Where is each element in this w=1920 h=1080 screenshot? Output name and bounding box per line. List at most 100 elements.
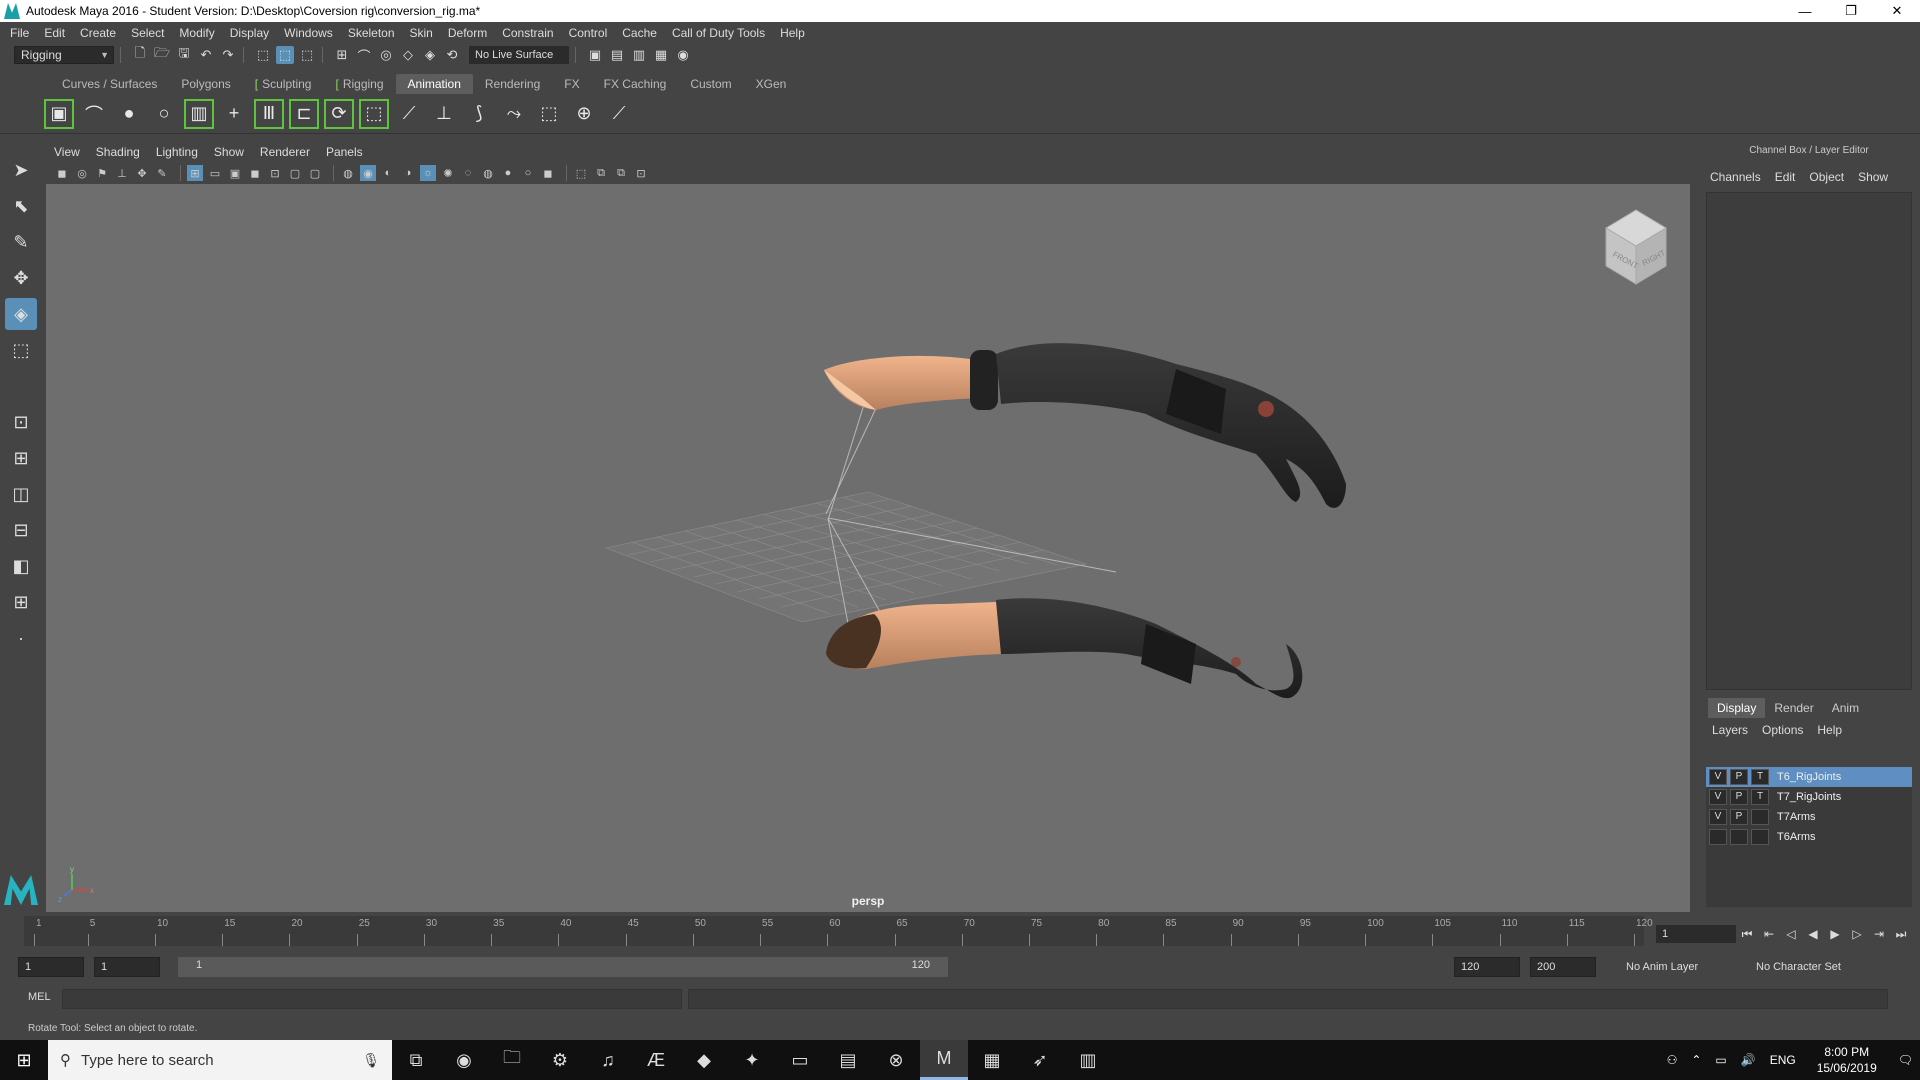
xray-joints-icon[interactable]: ◍ (480, 165, 496, 181)
menu-edit[interactable]: Edit (44, 26, 65, 40)
paint-weights-icon[interactable]: ⬚ (359, 98, 389, 129)
volume-icon[interactable]: 🔊 (1741, 1053, 1756, 1067)
snap-surface-icon[interactable]: ◈ (421, 46, 439, 64)
character-set-select[interactable]: No Character Set (1756, 957, 1841, 977)
menu-call-of-duty-tools[interactable]: Call of Duty Tools (672, 26, 765, 40)
shelf-tab-fx-caching[interactable]: FX Caching (592, 74, 679, 94)
scene-canvas[interactable]: FRONT RIGHT y x z (46, 184, 1690, 912)
minimize-button[interactable]: — (1782, 0, 1828, 22)
play-forwards-icon[interactable]: ▶ (1824, 925, 1846, 943)
render-view-icon[interactable]: ▣ (586, 46, 604, 64)
windows-start-icon[interactable]: ⊞ (0, 1040, 48, 1080)
layer-playback-toggle[interactable] (1730, 829, 1748, 845)
snap-point-icon[interactable]: ◎ (377, 46, 395, 64)
menu-control[interactable]: Control (569, 26, 608, 40)
snap-view-plane-icon[interactable]: ◇ (399, 46, 417, 64)
single-perspective-layout-icon[interactable]: ⊡ (5, 406, 37, 438)
app-icon[interactable]: ✦ (728, 1040, 776, 1080)
step-back-key-icon[interactable]: ⇤ (1758, 925, 1780, 943)
menu-set-select[interactable]: Rigging ▼ (14, 46, 114, 64)
aim-constraint-icon[interactable]: ⊕ (569, 99, 599, 129)
render-current-icon[interactable]: ▤ (608, 46, 626, 64)
file-explorer-icon[interactable]: 🗀 (488, 1040, 536, 1080)
layer-type-toggle[interactable] (1751, 829, 1769, 845)
go-to-start-icon[interactable]: ⏮ (1736, 925, 1758, 943)
set-key-icon[interactable]: ▣ (44, 98, 74, 129)
shadows-icon[interactable]: ✺ (440, 165, 456, 181)
shelf-tab-custom[interactable]: Custom (678, 74, 743, 94)
layer-row[interactable]: V P T T7_RigJoints (1706, 787, 1912, 807)
layer-menu-layers[interactable]: Layers (1712, 723, 1748, 737)
viewport-menu-shading[interactable]: Shading (96, 145, 140, 159)
textured-icon[interactable]: ◑ (400, 165, 416, 181)
layer-tab-anim[interactable]: Anim (1823, 698, 1868, 718)
menu-skin[interactable]: Skin (410, 26, 433, 40)
playblast-icon[interactable]: ▥ (184, 98, 214, 129)
animation-start-field[interactable]: 1 (18, 957, 84, 977)
step-back-frame-icon[interactable]: ◁ (1780, 925, 1802, 943)
app-icon[interactable]: ▤ (824, 1040, 872, 1080)
image-plane-icon[interactable]: ⊥ (114, 165, 130, 181)
safe-title-icon[interactable]: ▢ (307, 165, 323, 181)
cb-menu-channels[interactable]: Channels (1710, 170, 1761, 184)
joint-tool-icon[interactable]: + (219, 99, 249, 129)
app-icon[interactable]: ▦ (968, 1040, 1016, 1080)
layer-visibility-toggle[interactable]: V (1709, 809, 1727, 825)
layer-name[interactable]: T6Arms (1777, 831, 1816, 843)
pole-vector-icon[interactable]: ⟋ (604, 99, 634, 129)
live-surface-field[interactable]: No Live Surface (469, 46, 569, 64)
layer-name[interactable]: T7_RigJoints (1777, 791, 1841, 803)
animation-end-field[interactable]: 200 (1530, 957, 1596, 977)
ghost-icon[interactable]: ● (114, 99, 144, 129)
menu-create[interactable]: Create (80, 26, 116, 40)
uv-editor-layout-icon[interactable]: ⊞ (5, 586, 37, 618)
language-indicator[interactable]: ENG (1770, 1053, 1796, 1067)
playback-end-field[interactable]: 120 (1454, 957, 1520, 977)
mirror-joint-icon[interactable]: ⊥ (429, 99, 459, 129)
bookmark-icon[interactable]: ⚑ (94, 165, 110, 181)
time-slider[interactable]: 1 5 10 15 20 25 30 35 40 45 50 55 60 65 70 75 80 85 90 95 10… (24, 916, 1653, 946)
channel-box-body[interactable] (1706, 192, 1912, 690)
after-effects-icon[interactable]: Æ (632, 1040, 680, 1080)
steam-icon[interactable]: ⚙ (536, 1040, 584, 1080)
current-frame-field[interactable]: 1 (1656, 925, 1736, 943)
microphone-icon[interactable]: 🎙 (362, 1052, 380, 1069)
grid-toggle-icon[interactable]: ⊞ (187, 165, 203, 181)
play-backwards-icon[interactable]: ◀ (1802, 925, 1824, 943)
cb-menu-edit[interactable]: Edit (1775, 170, 1796, 184)
shelf-tab-rigging[interactable]: Rigging (323, 74, 395, 94)
viewport-menu-lighting[interactable]: Lighting (156, 145, 198, 159)
menu-select[interactable]: Select (131, 26, 164, 40)
film-gate-icon[interactable]: ▭ (207, 165, 223, 181)
ambient-occlusion-icon[interactable]: ● (500, 165, 516, 181)
step-forward-frame-icon[interactable]: ▷ (1846, 925, 1868, 943)
persp-graph-layout-icon[interactable]: ⊟ (5, 514, 37, 546)
layer-type-toggle[interactable]: T (1751, 789, 1769, 805)
two-sided-lighting-icon[interactable]: ⧉ (593, 165, 609, 181)
use-all-lights-icon[interactable]: ☼ (420, 165, 436, 181)
persp-outliner-layout-icon[interactable]: ◫ (5, 478, 37, 510)
layer-row[interactable]: V P T7Arms (1706, 807, 1912, 827)
select-tool-icon[interactable]: ➤ (5, 154, 37, 186)
field-chart-icon[interactable]: ⊡ (267, 165, 283, 181)
depth-of-field-icon[interactable]: ◼ (540, 165, 556, 181)
bind-skin-icon[interactable]: ⟳ (324, 98, 354, 129)
viewport-menu-view[interactable]: View (54, 145, 80, 159)
wireframe-on-shaded-icon[interactable]: ◐ (380, 165, 396, 181)
hud-icon[interactable]: ⧉ (613, 165, 629, 181)
paint-select-tool-icon[interactable]: ✎ (5, 226, 37, 258)
ik-spline-icon[interactable]: ⊏ (289, 98, 319, 129)
ipr-render-icon[interactable]: ▥ (630, 46, 648, 64)
shelf-tab-sculpting[interactable]: Sculpting (243, 74, 324, 94)
custom-layout-icon[interactable]: · (5, 622, 37, 654)
select-object-icon[interactable]: ⬚ (276, 46, 294, 64)
xbox-icon[interactable]: ⊗ (872, 1040, 920, 1080)
hypershade-icon[interactable]: ◉ (674, 46, 692, 64)
maximize-button[interactable]: ❐ (1828, 0, 1874, 22)
layer-type-toggle[interactable]: T (1751, 769, 1769, 785)
shelf-tab-animation[interactable]: Animation (395, 74, 473, 94)
menu-display[interactable]: Display (230, 26, 269, 40)
notifications-icon[interactable]: 🗨 (1898, 1053, 1913, 1067)
point-constraint-icon[interactable]: ⤳ (499, 99, 529, 129)
rotate-tool-icon[interactable]: ◈ (5, 298, 37, 330)
